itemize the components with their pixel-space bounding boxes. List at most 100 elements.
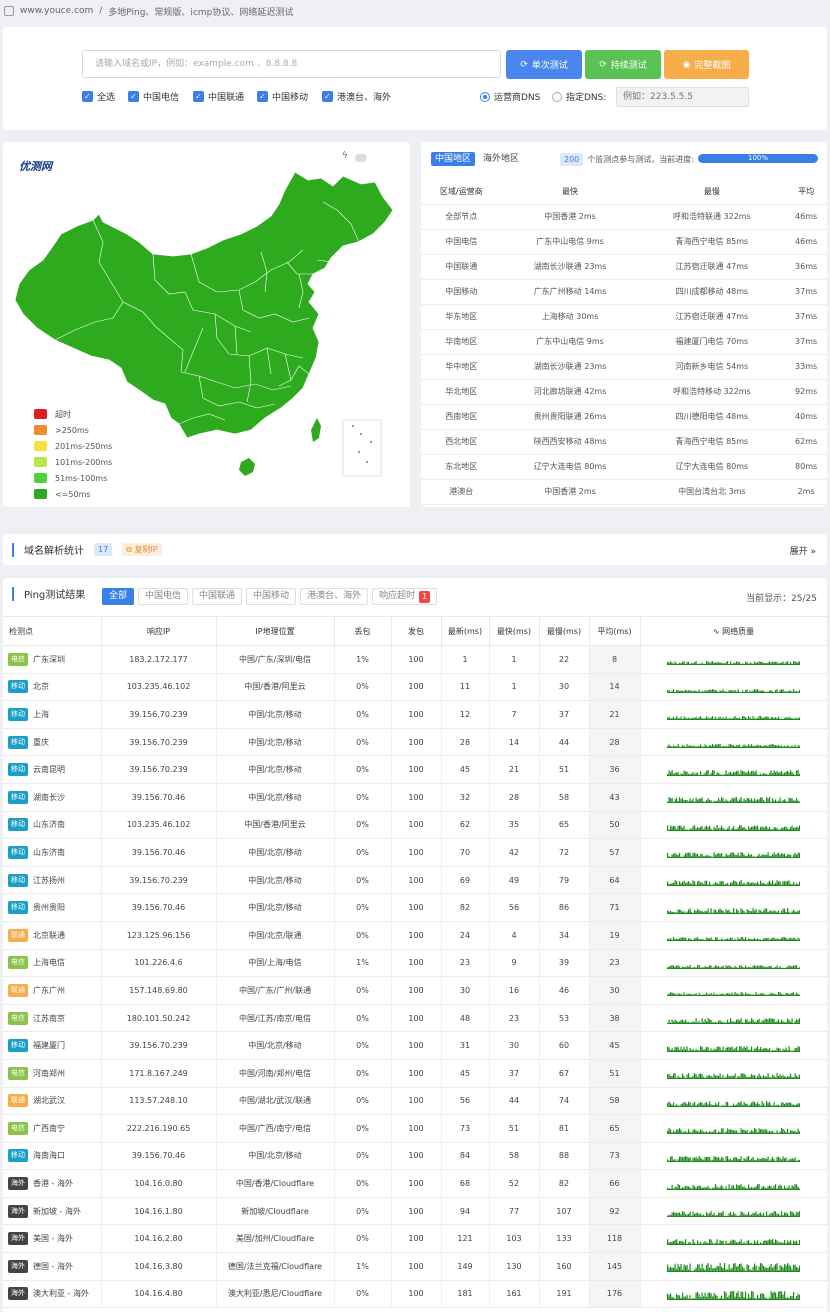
table-row[interactable]: 移动 山东济南 39.156.70.46 中国/北京/移动 0% 100 70 42 72 57 bbox=[3, 838, 828, 867]
ping-cell: 39.156.70.239 bbox=[101, 866, 217, 895]
table-row[interactable]: 移动 湖南长沙 39.156.70.46 中国/北京/移动 0% 100 32 28 58 43 bbox=[3, 783, 828, 812]
table-row[interactable]: 电信 广东深圳 183.2.172.177 中国/广东/深圳/电信 1% 100 1 1 22 8 bbox=[3, 645, 828, 674]
legend-item: 201ms-250ms bbox=[34, 438, 112, 454]
table-row[interactable]: 移动 云南昆明 39.156.70.239 中国/北京/移动 0% 100 45 21 51 36 bbox=[3, 755, 828, 784]
ping-cell: 21 bbox=[489, 755, 540, 784]
table-row[interactable]: 移动 江苏扬州 39.156.70.239 中国/北京/移动 0% 100 69 49 79 64 bbox=[3, 866, 828, 895]
table-row[interactable]: 联通 湖北武汉 113.57.248.10 中国/湖北/武汉/联通 0% 100 56 44 7… bbox=[3, 1087, 828, 1116]
checkbox-mobile[interactable]: ✓ 中国移动 bbox=[257, 90, 308, 103]
ping-cell: 100 bbox=[391, 1142, 442, 1171]
tab-china[interactable]: 中国地区 bbox=[431, 152, 476, 166]
ping-cell: 19 bbox=[589, 921, 641, 950]
ping-cell: 157.148.69.80 bbox=[101, 976, 217, 1005]
isp-badge: 海外 bbox=[8, 1259, 28, 1273]
table-row[interactable]: 移动 海南海口 39.156.70.46 中国/北京/移动 0% 100 84 58 88 73 bbox=[3, 1142, 828, 1171]
network-quality-cell bbox=[640, 976, 828, 1005]
ping-cell: 11 bbox=[441, 673, 490, 702]
ping-cell: 100 bbox=[391, 645, 442, 674]
ping-cell: 45 bbox=[441, 755, 490, 784]
tab-unicom[interactable]: 中国联通 bbox=[192, 588, 243, 605]
expand-button[interactable]: 展开 » bbox=[790, 544, 816, 557]
network-quality-cell bbox=[640, 921, 828, 950]
table-row[interactable]: 海外 新加坡 - 海外 104.16.1.80 新加坡/Cloudflare 0% 100… bbox=[3, 1197, 828, 1226]
ping-cell: 0% bbox=[334, 838, 392, 867]
ping-cell: 48 bbox=[441, 1004, 490, 1033]
table-row[interactable]: 联通 广东广州 157.148.69.80 中国/广东/广州/联通 0% 100 30 16 4… bbox=[3, 976, 828, 1005]
ping-cell: 58 bbox=[539, 783, 590, 812]
ping-location: 美国 - 海外 bbox=[33, 1234, 73, 1244]
checkbox-unicom[interactable]: ✓ 中国联通 bbox=[193, 90, 244, 103]
ping-header: 最新(ms) bbox=[441, 616, 490, 646]
stats-cell: 36ms bbox=[785, 254, 827, 280]
table-row[interactable]: 海外 德国 - 海外 104.16.3.80 德国/法兰克福/Cloudflare 1%… bbox=[3, 1252, 828, 1281]
tab-timeout[interactable]: 响应超时 1 bbox=[372, 588, 438, 605]
table-row[interactable]: 电信 江苏南京 180.101.50.242 中国/江苏/南京/电信 0% 100 48 23… bbox=[3, 1004, 828, 1033]
network-quality-sparkline bbox=[667, 964, 800, 969]
tab-mobile[interactable]: 中国移动 bbox=[246, 588, 297, 605]
table-row[interactable]: 海外 美国 - 海外 104.16.2.80 美国/加州/Cloudflare 0% 10… bbox=[3, 1224, 828, 1254]
ping-location: 上海 bbox=[33, 709, 49, 719]
ping-cell: 中国/北京/移动 bbox=[216, 1031, 335, 1060]
ping-cell: 104.16.4.80 bbox=[101, 1280, 217, 1309]
isp-badge: 电信 bbox=[8, 1121, 28, 1135]
tab-all[interactable]: 全部 bbox=[102, 588, 135, 605]
ping-location: 江苏扬州 bbox=[33, 875, 65, 885]
ping-cell: 44 bbox=[489, 1087, 540, 1116]
stats-cell: 辽宁大连电信 80ms bbox=[501, 454, 639, 480]
single-test-button[interactable]: ⟳ 单次测试 bbox=[506, 50, 582, 79]
checkbox-telecom[interactable]: ✓ 中国电信 bbox=[128, 90, 179, 103]
table-row[interactable]: 电信 河南郑州 171.8.167.249 中国/河南/郑州/电信 0% 100 45 37 6… bbox=[3, 1059, 828, 1088]
ping-cell: 84 bbox=[441, 1142, 490, 1171]
legend-item: >250ms bbox=[34, 422, 112, 438]
tab-overseas[interactable]: 海外地区 bbox=[479, 152, 523, 166]
node-count-text: 个监测点参与测试，当前进度: bbox=[587, 155, 694, 164]
table-row[interactable]: 海外 澳大利亚 - 海外 104.16.4.80 澳大利亚/悉尼/Cloudflare… bbox=[3, 1280, 828, 1309]
table-row[interactable]: 移动 福建厦门 39.156.70.239 中国/北京/移动 0% 100 31 30 60 45 bbox=[3, 1031, 828, 1060]
table-row[interactable]: 联通 北京联通 123.125.96.156 中国/北京/联通 0% 100 24 4 34 19 bbox=[3, 921, 828, 950]
network-quality-sparkline bbox=[667, 824, 800, 831]
ping-cell: 67 bbox=[539, 1059, 590, 1088]
tab-overseas[interactable]: 港澳台、海外 bbox=[300, 588, 369, 605]
stats-row: 华中地区 湖南长沙联通 23ms 河南新乡电信 54ms 33ms bbox=[421, 354, 827, 380]
screenshot-button[interactable]: ◉ 完整截图 bbox=[664, 50, 749, 79]
ping-cell: 100 bbox=[391, 811, 442, 840]
ping-cell: 中国/香港/阿里云 bbox=[216, 811, 335, 840]
ping-location-cell: 移动 福建厦门 bbox=[3, 1031, 102, 1060]
legend-swatch bbox=[34, 473, 47, 483]
radio-isp-dns[interactable]: 运营商DNS bbox=[480, 90, 540, 103]
ping-cell: 0% bbox=[334, 673, 392, 702]
checkbox-select-all[interactable]: ✓ 全选 bbox=[82, 90, 115, 103]
table-row[interactable]: 电信 上海电信 101.226.4.6 中国/上海/电信 1% 100 23 9 39 23 bbox=[3, 949, 828, 978]
network-quality-cell bbox=[640, 728, 828, 757]
search-input[interactable] bbox=[82, 50, 501, 78]
ping-cell: 145 bbox=[589, 1252, 641, 1281]
stats-cell: 华南地区 bbox=[421, 329, 502, 355]
ping-cell: 65 bbox=[539, 811, 590, 840]
ping-location: 河南郑州 bbox=[33, 1068, 65, 1078]
table-row[interactable]: 移动 山东济南 103.235.46.102 中国/香港/阿里云 0% 100 62 35 65… bbox=[3, 811, 828, 840]
copy-ip-button[interactable]: ⧉ 复制IP bbox=[122, 543, 162, 556]
ping-cell: 51 bbox=[489, 1114, 540, 1143]
isp-badge: 电信 bbox=[8, 1011, 28, 1025]
checkbox-overseas[interactable]: ✓ 港澳台、海外 bbox=[322, 90, 391, 103]
table-row[interactable]: 电信 广西南宁 222.216.190.65 中国/广西/南宁/电信 0% 100 73 51… bbox=[3, 1114, 828, 1143]
isp-badge: 移动 bbox=[8, 845, 28, 859]
table-row[interactable]: 移动 北京 103.235.46.102 中国/香港/阿里云 0% 100 11 1 30 14 bbox=[3, 673, 828, 702]
tab-telecom[interactable]: 中国电信 bbox=[138, 588, 189, 605]
stats-row: 西南地区 贵州贵阳联通 26ms 四川德阳电信 48ms 40ms bbox=[421, 404, 827, 430]
continuous-test-button[interactable]: ⟳ 持续测试 bbox=[585, 50, 661, 79]
breadcrumb-site[interactable]: www.youce.com bbox=[20, 6, 93, 16]
network-quality-cell bbox=[640, 838, 828, 867]
ping-location: 德国 - 海外 bbox=[33, 1261, 73, 1271]
dns-input[interactable] bbox=[616, 87, 749, 107]
ping-cell: 德国/法兰克福/Cloudflare bbox=[216, 1252, 335, 1281]
table-row[interactable]: 海外 香港 - 海外 104.16.0.80 中国/香港/Cloudflare 0% 10… bbox=[3, 1169, 828, 1198]
table-row[interactable]: 移动 贵州贵阳 39.156.70.46 中国/北京/移动 0% 100 82 56 86 71 bbox=[3, 893, 828, 922]
ping-cell: 0% bbox=[334, 783, 392, 812]
check-icon: ✓ bbox=[128, 91, 139, 102]
table-row[interactable]: 移动 上海 39.156.70.239 中国/北京/移动 0% 100 12 7 37 21 bbox=[3, 700, 828, 729]
ping-cell: 0% bbox=[334, 893, 392, 922]
table-row[interactable]: 移动 重庆 39.156.70.239 中国/北京/移动 0% 100 28 14 44 28 bbox=[3, 728, 828, 757]
radio-custom-dns[interactable]: 指定DNS: bbox=[552, 90, 606, 103]
ping-cell: 8 bbox=[589, 645, 641, 674]
